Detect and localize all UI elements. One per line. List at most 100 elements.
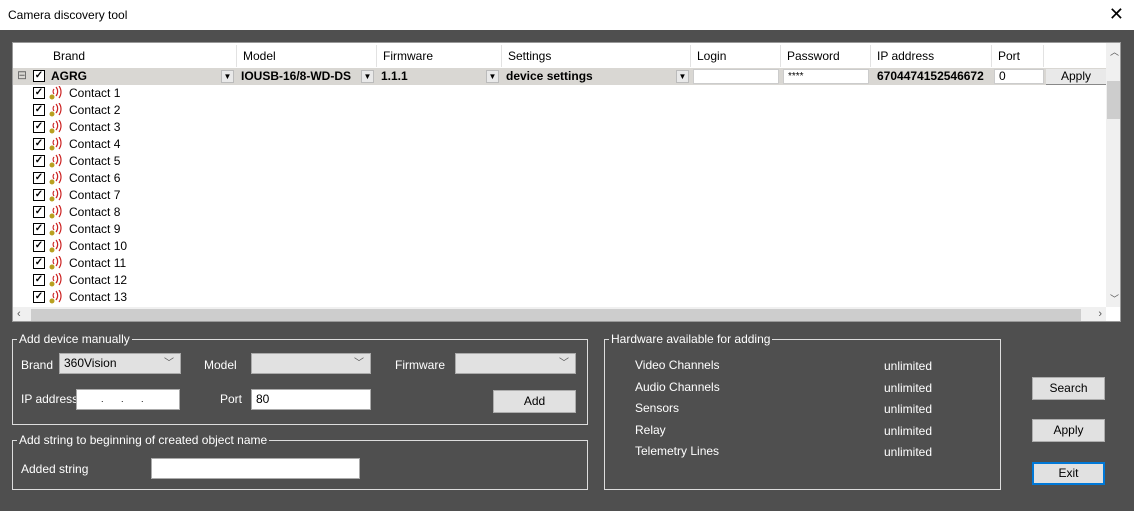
contact-row[interactable]: ✓ Contact 13 <box>13 289 313 306</box>
scroll-right-icon[interactable]: › <box>1098 308 1102 320</box>
col-settings[interactable]: Settings <box>502 45 691 67</box>
contact-checkbox[interactable]: ✓ <box>33 104 45 116</box>
login-input[interactable] <box>693 69 779 84</box>
contact-row[interactable]: ✓ Contact 7 <box>13 187 313 204</box>
sensor-icon <box>49 222 62 236</box>
contact-label: Contact 4 <box>69 137 121 151</box>
col-port[interactable]: Port <box>992 45 1044 67</box>
hardware-item-value: unlimited <box>884 359 933 373</box>
contact-row[interactable]: ✓ Contact 6 <box>13 170 313 187</box>
scroll-down-icon[interactable]: ﹀ <box>1110 292 1119 305</box>
contact-row[interactable]: ✓ Contact 8 <box>13 204 313 221</box>
sensor-icon <box>49 205 62 219</box>
contact-row[interactable]: ✓ Contact 10 <box>13 238 313 255</box>
contact-row[interactable]: ✓ Contact 1 <box>13 85 313 102</box>
col-password[interactable]: Password <box>781 45 871 67</box>
scroll-left-icon[interactable]: ‹ <box>17 308 21 320</box>
exit-button[interactable]: Exit <box>1032 462 1105 485</box>
device-row: ⊟ ✓ AGRG ▼ IOUSB-16/8-WD-DS ▼ 1.1.1 ▼ de… <box>13 68 1106 85</box>
ip-input[interactable]: . . . <box>76 389 180 410</box>
contact-row[interactable]: ✓ Contact 11 <box>13 255 313 272</box>
port-input[interactable]: 0 <box>994 69 1044 84</box>
chevron-down-icon: ﹀ <box>354 358 364 369</box>
brand-dropdown-icon[interactable]: ▼ <box>221 70 234 83</box>
firmware-select[interactable]: ﹀ <box>455 353 576 374</box>
contact-checkbox[interactable]: ✓ <box>33 155 45 167</box>
model-select[interactable]: ﹀ <box>251 353 371 374</box>
port-label: Port <box>220 392 243 406</box>
close-icon[interactable]: ✕ <box>1109 4 1124 25</box>
contact-checkbox[interactable]: ✓ <box>33 257 45 269</box>
hardware-item-value: unlimited <box>884 402 933 416</box>
hardware-group: Hardware available for adding Video Chan… <box>604 332 1001 490</box>
sensor-icon <box>49 273 62 287</box>
port-field[interactable]: 80 <box>251 389 371 410</box>
horizontal-scrollbar[interactable]: ‹ › <box>13 307 1106 321</box>
contact-row[interactable]: ✓ Contact 4 <box>13 136 313 153</box>
contact-row[interactable]: ✓ Contact 9 <box>13 221 313 238</box>
col-ip[interactable]: IP address <box>871 45 992 67</box>
hardware-item-name: Video Channels <box>635 358 720 372</box>
contact-checkbox[interactable]: ✓ <box>33 240 45 252</box>
prefix-group: Add string to beginning of created objec… <box>12 433 588 490</box>
apply-button[interactable]: Apply <box>1032 419 1105 442</box>
model-dropdown-icon[interactable]: ▼ <box>361 70 374 83</box>
scroll-up-icon[interactable]: ︿ <box>1110 45 1119 58</box>
sensor-icon <box>49 188 62 202</box>
collapse-icon[interactable]: ⊟ <box>17 68 27 82</box>
contact-label: Contact 6 <box>69 171 121 185</box>
hardware-item-name: Relay <box>635 422 666 437</box>
add-device-group: Add device manually Brand 360Vision ﹀ Mod… <box>12 332 588 425</box>
contact-checkbox[interactable]: ✓ <box>33 189 45 201</box>
hardware-item-name: Audio Channels <box>635 379 720 394</box>
prefix-legend: Add string to beginning of created objec… <box>17 433 270 447</box>
hardware-legend: Hardware available for adding <box>609 332 773 346</box>
contact-label: Contact 7 <box>69 188 121 202</box>
col-login[interactable]: Login <box>691 45 781 67</box>
firmware-label: Firmware <box>395 358 445 372</box>
contact-label: Contact 5 <box>69 154 121 168</box>
contact-row[interactable]: ✓ Contact 5 <box>13 153 313 170</box>
contact-checkbox[interactable]: ✓ <box>33 206 45 218</box>
chevron-down-icon: ﹀ <box>164 358 174 369</box>
sensor-icon <box>49 137 62 151</box>
contact-label: Contact 10 <box>69 239 128 253</box>
device-grid: Brand Model Firmware Settings Login Pass… <box>12 42 1121 322</box>
contact-label: Contact 3 <box>69 120 121 134</box>
contact-row[interactable]: ✓ Contact 3 <box>13 119 313 136</box>
brand-label: Brand <box>21 358 54 372</box>
contact-checkbox[interactable]: ✓ <box>33 274 45 286</box>
contact-checkbox[interactable]: ✓ <box>33 138 45 150</box>
device-ip: 6704474152546672 <box>877 69 984 83</box>
vertical-scrollbar[interactable]: ︿ ﹀ <box>1106 43 1120 307</box>
settings-dropdown-icon[interactable]: ▼ <box>676 70 689 83</box>
sensor-icon <box>49 154 62 168</box>
password-input[interactable]: **** <box>783 69 869 84</box>
brand-select[interactable]: 360Vision ﹀ <box>59 353 181 374</box>
contact-label: Contact 1 <box>69 86 121 100</box>
device-checkbox[interactable]: ✓ <box>33 70 45 82</box>
hardware-item-value: unlimited <box>884 380 933 395</box>
contact-checkbox[interactable]: ✓ <box>33 87 45 99</box>
hscroll-thumb[interactable] <box>31 309 1081 321</box>
model-label: Model <box>204 358 237 372</box>
col-brand[interactable]: Brand <box>47 45 237 67</box>
hardware-item-value: unlimited <box>884 445 933 459</box>
search-button[interactable]: Search <box>1032 377 1105 400</box>
device-brand: AGRG <box>51 69 87 83</box>
scroll-thumb[interactable] <box>1107 81 1120 119</box>
contact-checkbox[interactable]: ✓ <box>33 172 45 184</box>
contact-row[interactable]: ✓ Contact 12 <box>13 272 313 289</box>
apply-row-button[interactable]: Apply <box>1046 69 1106 85</box>
add-button[interactable]: Add <box>493 390 576 413</box>
contact-checkbox[interactable]: ✓ <box>33 223 45 235</box>
added-string-input[interactable] <box>151 458 360 479</box>
contact-label: Contact 2 <box>69 103 121 117</box>
contact-checkbox[interactable]: ✓ <box>33 121 45 133</box>
col-firmware[interactable]: Firmware <box>377 45 502 67</box>
contact-label: Contact 12 <box>69 273 128 287</box>
col-model[interactable]: Model <box>237 45 377 67</box>
contact-row[interactable]: ✓ Contact 2 <box>13 102 313 119</box>
contact-checkbox[interactable]: ✓ <box>33 291 45 303</box>
firmware-dropdown-icon[interactable]: ▼ <box>486 70 499 83</box>
